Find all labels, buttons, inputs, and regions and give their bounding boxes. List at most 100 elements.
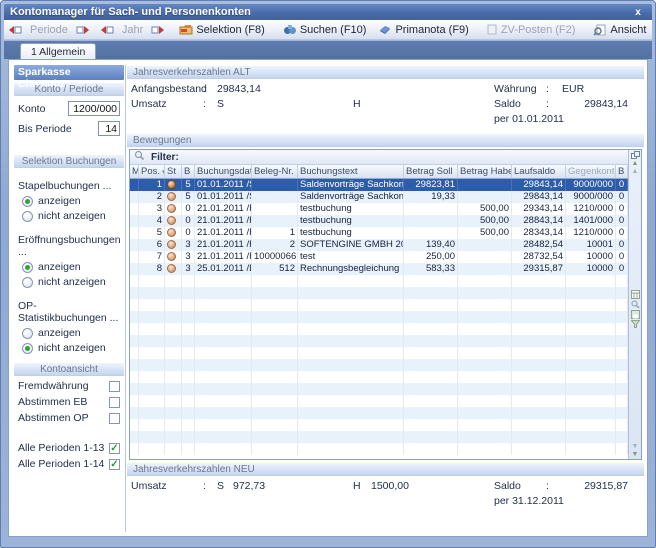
empty-cell bbox=[165, 419, 182, 431]
table-row[interactable]: 3021.01.2011 /Frtestbuchung500,0029343,1… bbox=[130, 203, 628, 215]
scroll-down-icon[interactable]: ▼ bbox=[632, 451, 639, 458]
table-row[interactable]: 4021.01.2011 /Frtestbuchung500,0028843,1… bbox=[130, 215, 628, 227]
column-header-1[interactable]: Pos. ▾ bbox=[139, 165, 165, 178]
radio-icon[interactable] bbox=[22, 343, 33, 354]
per-alt-date: per 01.01.2011 bbox=[494, 113, 642, 128]
close-icon[interactable]: x bbox=[630, 7, 646, 18]
column-header-2[interactable]: St bbox=[165, 165, 182, 178]
save-icon[interactable] bbox=[631, 310, 640, 319]
table-row[interactable]: 5021.01.2011 /Fr1testbuchung500,0028343,… bbox=[130, 227, 628, 239]
selektion-button[interactable]: Selektion (F8) bbox=[173, 21, 270, 39]
cell: 29315,87 bbox=[512, 263, 566, 275]
bis-periode-input[interactable] bbox=[98, 121, 120, 136]
check-alle-perioden-1-14[interactable]: Alle Perioden 1-14 bbox=[18, 458, 120, 470]
table-row[interactable]: 2501.01.2011 /SaSaldenvorträge Sachkonte… bbox=[130, 191, 628, 203]
cell: 29843,14 bbox=[512, 179, 566, 191]
cell: 583,33 bbox=[404, 263, 458, 275]
scroll-up-page-icon[interactable]: ▲ bbox=[632, 168, 639, 175]
table-row[interactable]: 1501.01.2011 /SaSaldenvorträge Sachkonte… bbox=[130, 179, 628, 191]
suchen-button[interactable]: Suchen (F10) bbox=[277, 21, 373, 39]
radio-icon[interactable] bbox=[22, 277, 33, 288]
filter-row[interactable]: Filter: bbox=[130, 150, 628, 165]
radio-label: nicht anzeigen bbox=[38, 210, 106, 222]
scroll-down-page-icon[interactable]: ▼ bbox=[632, 443, 639, 450]
cell: 1401/000 bbox=[566, 215, 616, 227]
radio-label: nicht anzeigen bbox=[38, 342, 106, 354]
radio-icon[interactable] bbox=[22, 196, 33, 207]
search-icon[interactable] bbox=[631, 300, 640, 309]
scroll-up-icon[interactable]: ▲ bbox=[632, 160, 639, 167]
radio-icon[interactable] bbox=[22, 211, 33, 222]
filter-funnel-icon[interactable] bbox=[631, 320, 640, 328]
radio-stapel-nicht-anzeigen[interactable]: nicht anzeigen bbox=[22, 210, 120, 222]
cell: testbuchung bbox=[298, 215, 404, 227]
column-header-8[interactable]: Betrag Haben bbox=[458, 165, 512, 178]
empty-cell bbox=[566, 395, 616, 407]
column-header-9[interactable]: Laufsaldo bbox=[512, 165, 566, 178]
checkbox-icon[interactable] bbox=[109, 381, 120, 392]
cell: 29343,14 bbox=[512, 203, 566, 215]
empty-cell bbox=[512, 419, 566, 431]
radio-op-anzeigen[interactable]: anzeigen bbox=[22, 327, 120, 339]
empty-cell bbox=[298, 371, 404, 383]
tab-allgemein[interactable]: 1 Allgemein bbox=[20, 43, 96, 59]
checkbox-icon[interactable] bbox=[109, 397, 120, 408]
column-header-4[interactable]: Buchungsdatum ▾ bbox=[195, 165, 252, 178]
colon: : bbox=[203, 480, 217, 492]
empty-cell bbox=[139, 347, 165, 359]
empty-cell bbox=[195, 407, 252, 419]
checkbox-icon[interactable] bbox=[109, 459, 120, 470]
per-neu-date: per 31.12.2011 bbox=[494, 495, 642, 510]
radio-op-nicht-anzeigen[interactable]: nicht anzeigen bbox=[22, 342, 120, 354]
empty-cell bbox=[458, 335, 512, 347]
check-abstimmen-op[interactable]: Abstimmen OP bbox=[18, 412, 120, 424]
column-header-6[interactable]: Buchungstext bbox=[298, 165, 404, 178]
radio-stapel-anzeigen[interactable]: anzeigen bbox=[22, 195, 120, 207]
column-header-0[interactable]: M bbox=[130, 165, 139, 178]
checkbox-label: Fremdwährung bbox=[18, 380, 109, 392]
column-header-10[interactable]: Gegenkonto bbox=[566, 165, 616, 178]
empty-cell bbox=[566, 371, 616, 383]
empty-cell bbox=[404, 419, 458, 431]
check-fremdwaehrung[interactable]: Fremdwährung bbox=[18, 380, 120, 392]
radio-eroeffnung-anzeigen[interactable]: anzeigen bbox=[22, 261, 120, 273]
table-row[interactable]: 8325.01.2011 /Di512Rechnungsbegleichung5… bbox=[130, 263, 628, 275]
radio-icon[interactable] bbox=[22, 328, 33, 339]
cell bbox=[252, 203, 298, 215]
checkbox-icon[interactable] bbox=[109, 443, 120, 454]
jahr-nav-group: Jahr bbox=[98, 21, 167, 39]
empty-cell bbox=[512, 347, 566, 359]
empty-cell bbox=[566, 383, 616, 395]
column-chooser-icon[interactable] bbox=[631, 151, 640, 159]
check-alle-perioden-1-13[interactable]: Alle Perioden 1-13 bbox=[18, 442, 120, 454]
radio-eroeffnung-nicht-anzeigen[interactable]: nicht anzeigen bbox=[22, 276, 120, 288]
cell: 9000/000 bbox=[566, 179, 616, 191]
empty-cell bbox=[139, 275, 165, 287]
checkbox-icon[interactable] bbox=[109, 413, 120, 424]
calculator-icon[interactable] bbox=[631, 290, 640, 299]
empty-cell bbox=[458, 323, 512, 335]
empty-cell bbox=[404, 275, 458, 287]
empty-cell bbox=[130, 347, 139, 359]
column-header-11[interactable]: B bbox=[616, 165, 628, 178]
check-abstimmen-eb[interactable]: Abstimmen EB bbox=[18, 396, 120, 408]
ansicht-button[interactable]: Ansicht bbox=[587, 21, 652, 39]
cell: 500,00 bbox=[458, 215, 512, 227]
cell: 28732,54 bbox=[512, 251, 566, 263]
primanota-button[interactable]: Primanota (F9) bbox=[372, 21, 474, 39]
column-header-5[interactable]: Beleg-Nr. bbox=[252, 165, 298, 178]
bis-periode-label: Bis Periode bbox=[18, 123, 98, 135]
table-row[interactable]: 7321.01.2011 /Fr10000066test250,0028732,… bbox=[130, 251, 628, 263]
radio-icon[interactable] bbox=[22, 262, 33, 273]
anfangsbestand-label: Anfangsbestand bbox=[131, 83, 203, 95]
empty-table-row bbox=[130, 419, 628, 431]
column-header-7[interactable]: Betrag Soll bbox=[404, 165, 458, 178]
empty-cell bbox=[130, 335, 139, 347]
empty-cell bbox=[298, 431, 404, 443]
eroeffnungsbuchungen-label: Eröffnungsbuchungen ... bbox=[18, 234, 120, 258]
konto-input[interactable] bbox=[68, 101, 120, 116]
column-header-3[interactable]: B bbox=[182, 165, 195, 178]
empty-cell bbox=[566, 443, 616, 455]
table-row[interactable]: 6321.01.2011 /Fr2SOFTENGINE GMBH 2000018… bbox=[130, 239, 628, 251]
periode-button: Periode bbox=[24, 21, 74, 39]
